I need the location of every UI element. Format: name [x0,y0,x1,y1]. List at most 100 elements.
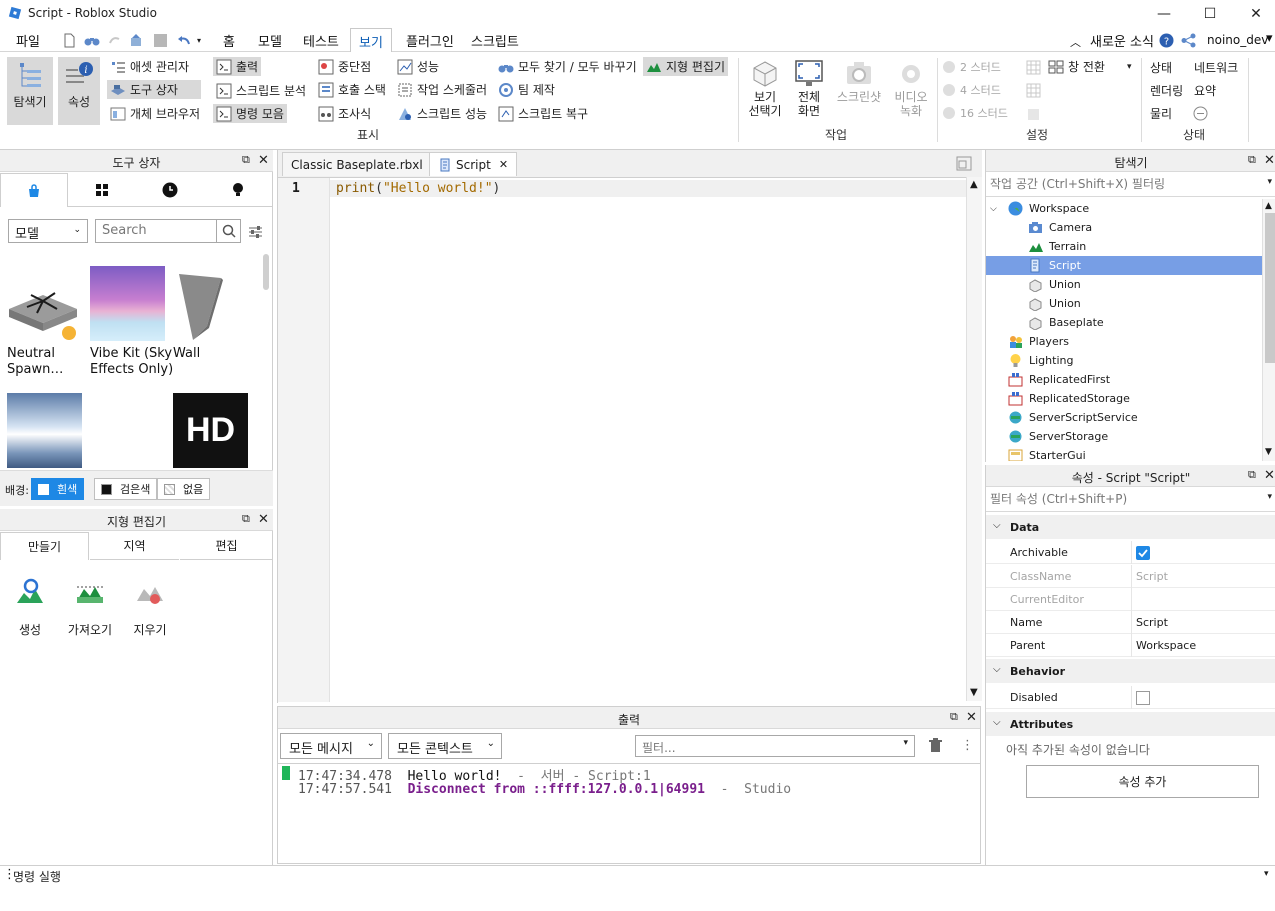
fullscreen-button[interactable]: 전체 화면 [790,58,828,118]
section-data[interactable]: ⌵ Data [986,515,1275,539]
close-window-button[interactable]: ✕ [1233,0,1275,28]
tree-item-union[interactable]: Union [986,275,1262,294]
tab-script[interactable]: 스크립트 [469,31,521,50]
section-collapse-icon[interactable]: ⌵ [993,664,1001,675]
object-browser-button[interactable]: 개체 브라우저 [110,105,200,122]
dock-icon[interactable]: ⧉ [1248,468,1256,482]
script-performance-button[interactable]: 스크립트 성능 [397,105,487,122]
vibe-kit-thumbnail[interactable] [90,266,165,341]
terrain-tab-create[interactable]: 만들기 [0,532,89,560]
summary-button[interactable]: 요약 [1194,82,1216,99]
team-create-button[interactable]: 팀 제작 [498,81,555,98]
close-panel-icon[interactable]: ✕ [1264,468,1275,483]
section-collapse-icon[interactable]: ⌵ [993,717,1001,728]
terrain-clear-button[interactable]: 지우기 [125,577,175,638]
explorer-filter-input[interactable]: 작업 공간 (Ctrl+Shift+X) 필터링 ▾ [986,173,1275,197]
disabled-checkbox[interactable] [1136,691,1150,705]
hd-thumbnail[interactable]: HD [173,393,248,468]
name-value-input[interactable]: Script [1136,616,1168,629]
tree-item-lighting[interactable]: Lighting [986,351,1262,370]
output-toggle-button[interactable]: 출력 [213,57,262,76]
tab-model[interactable]: 모델 [256,31,284,50]
tab-plugins[interactable]: 플러그인 [404,31,456,50]
watch-button[interactable]: 조사식 [318,105,371,122]
news-link[interactable]: 새로운 소식 [1088,31,1156,50]
chevron-down-icon[interactable]: ▾ [1264,869,1269,879]
tree-item-baseplate[interactable]: Baseplate [986,313,1262,332]
script-analysis-button[interactable]: 스크립트 분석 [216,82,306,99]
search-icon[interactable] [216,220,240,242]
explorer-toggle-button[interactable]: 탐색기 [7,57,53,125]
scroll-down-arrow-icon[interactable]: ▼ [970,687,978,698]
performance-button[interactable]: 성능 [397,58,439,75]
stud-4-toggle[interactable]: 4 스터드 [942,82,1001,98]
split-view-icon[interactable] [956,156,972,171]
more-options-icon[interactable]: ⋮ [961,738,976,753]
binoculars-icon[interactable] [84,33,100,48]
help-icon[interactable]: ? [1159,33,1174,48]
close-panel-icon[interactable]: ✕ [258,512,269,527]
dock-icon[interactable]: ⧉ [242,512,250,526]
add-attribute-button[interactable]: 속성 추가 [1026,765,1259,798]
archivable-checkbox[interactable] [1136,546,1150,560]
output-line-2[interactable]: 17:47:57.541 Disconnect from ::ffff:127.… [298,782,791,797]
tree-item-players[interactable]: Players [986,332,1262,351]
terrain-generate-button[interactable]: 생성 [5,577,55,638]
tab-home[interactable]: 홈 [221,31,237,50]
collapse-arrow-icon[interactable]: ⌵ [990,204,1008,214]
command-bar[interactable]: ⋮ 명령 실행 ▾ [0,865,1275,885]
toolbox-tab-recent[interactable] [136,173,204,207]
scroll-up-arrow-icon[interactable]: ▲ [1265,201,1272,211]
tree-item-starter-gui[interactable]: StarterGui [986,446,1262,461]
quick-access-chevron-icon[interactable]: ▾ [197,36,212,51]
stud-16-toggle[interactable]: 16 스터드 [942,105,1008,121]
close-panel-icon[interactable]: ✕ [258,153,269,168]
close-panel-icon[interactable]: ✕ [1264,153,1275,168]
tab-test[interactable]: 테스트 [301,31,341,50]
terrain-editor-toggle-button[interactable]: 지형 편집기 [643,57,729,76]
explorer-scrollbar[interactable]: ▲ ▼ [1262,199,1275,461]
collapse-ribbon-icon[interactable]: ︿ [1068,34,1083,50]
tree-item-server-storage[interactable]: ServerStorage [986,427,1262,446]
parent-value[interactable]: Workspace [1136,639,1196,652]
close-tab-icon[interactable]: ✕ [499,158,508,171]
message-filter-select[interactable]: 모든 메시지 ⌄ [280,733,382,759]
breakpoints-button[interactable]: 중단점 [318,58,371,75]
task-scheduler-button[interactable]: 작업 스케줄러 [397,81,487,98]
section-attributes[interactable]: ⌵ Attributes [986,712,1275,736]
context-filter-select[interactable]: 모든 콘텍스트 ⌄ [388,733,502,759]
tab-view[interactable]: 보기 [350,28,392,53]
toolbox-search-input[interactable]: Search [95,219,241,243]
scroll-thumb[interactable] [1265,213,1275,363]
render-button[interactable]: 렌더링 [1150,82,1183,99]
minimize-button[interactable]: — [1141,0,1187,28]
terrain-tab-edit[interactable]: 편집 [180,532,273,560]
terrain-import-button[interactable]: 가져오기 [65,577,115,638]
toolbox-toggle-button[interactable]: 도구 상자 [107,80,201,99]
category-select[interactable]: 모델 ⌄ [8,219,88,243]
toolbox-scrollbar[interactable] [263,254,269,290]
tree-item-terrain[interactable]: Terrain [986,237,1262,256]
asset-manager-button[interactable]: 애셋 관리자 [110,58,189,75]
sky-thumbnail[interactable] [7,393,82,468]
clear-output-trash-icon[interactable] [928,738,943,753]
dock-icon[interactable]: ⧉ [950,710,958,724]
share-icon[interactable] [1181,33,1196,48]
tree-item-union[interactable]: Union [986,294,1262,313]
properties-filter-input[interactable]: 필터 속성 (Ctrl+Shift+P) ▾ [986,488,1275,512]
find-replace-button[interactable]: 모두 찾기 / 모두 바꾸기 [498,58,637,75]
toolbox-tab-marketplace[interactable] [0,173,68,207]
tree-item-camera[interactable]: Camera [986,218,1262,237]
scroll-up-arrow-icon[interactable]: ▲ [970,179,978,190]
username[interactable]: noino_dev [1205,33,1270,47]
toolbox-tab-inventory[interactable] [68,173,136,207]
close-panel-icon[interactable]: ✕ [966,710,977,725]
dock-icon[interactable]: ⧉ [242,153,250,167]
tree-item-server-script-service[interactable]: ServerScriptService [986,408,1262,427]
call-stack-button[interactable]: 호출 스택 [318,81,386,98]
bg-black-button[interactable]: 검은색 [94,478,158,500]
dock-icon[interactable]: ⧉ [1248,153,1256,167]
wall-thumbnail[interactable] [173,266,248,341]
network-button[interactable]: 네트워크 [1194,59,1238,76]
tree-item-script[interactable]: Script [986,256,1262,275]
